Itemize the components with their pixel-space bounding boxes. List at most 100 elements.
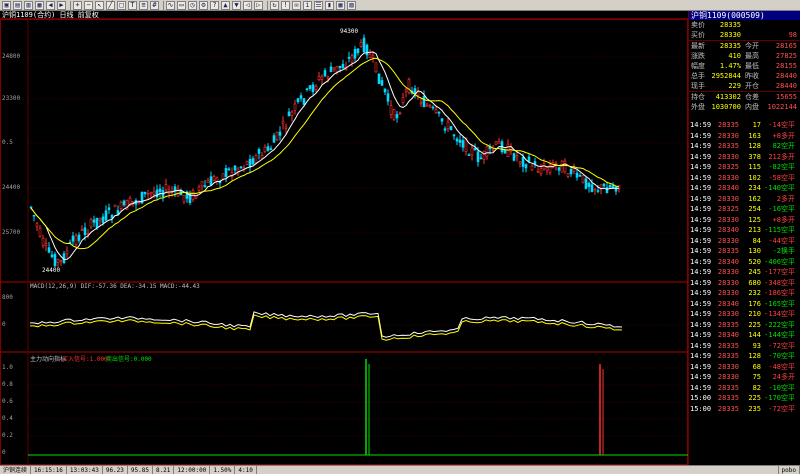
print-button[interactable]: ▦ xyxy=(35,0,44,10)
trade-row[interactable]: 14:59 28330 68 -48 空平 xyxy=(689,362,800,373)
candle-body xyxy=(503,149,507,154)
table-button[interactable]: ▦ xyxy=(336,0,345,10)
trade-row[interactable]: 14:59 28330 102 -58 空平 xyxy=(689,173,800,184)
trade-row[interactable]: 15:00 28335 235 -72 空平 xyxy=(689,404,800,415)
candle-body xyxy=(152,191,156,195)
candle-body xyxy=(203,185,207,188)
trade-row[interactable]: 14:59 28330 75 24 多开 xyxy=(689,372,800,383)
period-button[interactable]: ◷ xyxy=(188,0,197,10)
fib-button[interactable]: ≡ xyxy=(139,0,148,10)
candle-body xyxy=(584,178,588,189)
chart-button[interactable]: ▮ xyxy=(325,0,334,10)
grid-button[interactable]: # xyxy=(150,0,159,10)
text-button[interactable]: T xyxy=(128,0,137,10)
info-button[interactable]: i xyxy=(303,0,312,10)
trade-row[interactable]: 14:59 28335 128 -70 空平 xyxy=(689,351,800,362)
help-button[interactable]: ? xyxy=(210,0,219,10)
trade-open-interest-change: -2 xyxy=(772,247,781,255)
candle-body xyxy=(290,111,294,116)
window-button[interactable]: ▭ xyxy=(177,0,186,10)
trade-row[interactable]: 14:59 28335 17 -14 空平 xyxy=(689,120,800,131)
trade-time: 14:59 xyxy=(690,152,712,161)
trade-row[interactable]: 14:59 28340 520 -406 空平 xyxy=(689,257,800,268)
candle-body xyxy=(569,169,573,175)
trade-row[interactable]: 14:59 28330 210 -134 空平 xyxy=(689,309,800,320)
alert-button[interactable]: ! xyxy=(281,0,290,10)
signal-axis-label: 0.4 xyxy=(2,415,13,422)
trade-row[interactable]: 14:59 28330 125 +8 多开 xyxy=(689,215,800,226)
trade-row[interactable]: 14:59 28325 254 -16 空平 xyxy=(689,204,800,215)
trade-row[interactable]: 14:59 28330 680 -348 空平 xyxy=(689,278,800,289)
cursor-button[interactable]: ↖ xyxy=(95,0,104,10)
rect-button[interactable]: □ xyxy=(117,0,126,10)
chart-svg[interactable] xyxy=(0,19,688,465)
price-axis-label: 23300 xyxy=(2,95,21,102)
open-button[interactable]: ▤ xyxy=(13,0,22,10)
redo-button[interactable]: ▶ xyxy=(57,0,66,10)
line-button[interactable]: ╱ xyxy=(106,0,115,10)
trade-row[interactable]: 14:59 28335 225 -222 空平 xyxy=(689,320,800,331)
toolbar-separator xyxy=(70,0,71,10)
trade-row[interactable]: 14:59 28330 245 -177 空平 xyxy=(689,267,800,278)
trade-row[interactable]: 14:59 28330 232 -186 空平 xyxy=(689,288,800,299)
save-button[interactable]: ▥ xyxy=(24,0,33,10)
trade-row[interactable]: 14:59 28330 163 +8 多开 xyxy=(689,131,800,142)
trade-row[interactable]: 14:59 28335 93 -72 空平 xyxy=(689,341,800,352)
zoom-in-button[interactable]: + xyxy=(73,0,82,10)
trade-price: 28335 xyxy=(717,383,739,392)
instrument-title[interactable]: 沪铜1109(000509) xyxy=(689,11,800,20)
chart-title-bar: 沪铜1109(合约) 日线 前复权 xyxy=(0,11,800,19)
status-cell: pobo xyxy=(777,465,800,474)
status-cell: 4:10 xyxy=(235,465,257,474)
trade-row[interactable]: 14:59 28330 378 212 多开 xyxy=(689,152,800,163)
settings-button[interactable]: ⚙ xyxy=(199,0,208,10)
quote-value: 28335 xyxy=(719,42,741,50)
quote-label: 总手 xyxy=(691,72,705,80)
trade-row[interactable]: 14:59 28335 82 -10 空平 xyxy=(689,383,800,394)
candle-body xyxy=(485,146,489,157)
file-button[interactable]: ▣ xyxy=(2,0,11,10)
news-button[interactable]: ✉ xyxy=(292,0,301,10)
trade-row[interactable]: 14:59 28340 176 -165 空平 xyxy=(689,299,800,310)
trade-row[interactable]: 14:59 28330 162 2 多开 xyxy=(689,194,800,205)
candle-body xyxy=(425,104,429,107)
trade-volume: 17 xyxy=(752,121,761,129)
right-button[interactable]: ▷ xyxy=(254,0,263,10)
trade-row[interactable]: 14:59 28340 234 -140 空平 xyxy=(689,183,800,194)
trade-row[interactable]: 15:00 28335 225 -170 空平 xyxy=(689,393,800,404)
candle-body xyxy=(557,167,561,171)
trade-open-interest-change: -222 xyxy=(764,320,781,329)
trade-time: 14:59 xyxy=(690,278,712,287)
down-button[interactable]: ▼ xyxy=(232,0,241,10)
candle-body xyxy=(428,105,432,108)
trade-direction: 多开 xyxy=(781,215,795,224)
candle-body xyxy=(473,148,477,151)
quote-value: 410 xyxy=(728,52,741,60)
trade-direction: 空平 xyxy=(781,404,795,413)
undo-button[interactable]: ◀ xyxy=(46,0,55,10)
refresh-button[interactable]: ↻ xyxy=(270,0,279,10)
quote-value: 1.47% xyxy=(719,62,741,70)
zoom-out-button[interactable]: − xyxy=(84,0,93,10)
status-cell: 13:03:43 xyxy=(67,465,103,474)
trade-row[interactable]: 14:59 28325 115 -82 空平 xyxy=(689,162,800,173)
trade-row[interactable]: 14:59 28330 84 -44 空平 xyxy=(689,236,800,247)
buy-signal-label: 买入信号:1.000 xyxy=(62,356,108,363)
candle-body xyxy=(221,173,225,180)
indicator-button[interactable]: ∿ xyxy=(166,0,175,10)
list-button[interactable]: ☰ xyxy=(314,0,323,10)
trade-row[interactable]: 14:59 28340 213 -115 空平 xyxy=(689,225,800,236)
trade-row[interactable]: 14:59 28335 130 -2 换手 xyxy=(689,246,800,257)
trade-row[interactable]: 14:59 28335 128 82 空开 xyxy=(689,141,800,152)
trade-time: 14:59 xyxy=(690,194,712,203)
quote-summary: 卖价 28335 买价 28330 98 最新 28335 今开 28165 涨跌 410 最高 278… xyxy=(689,20,800,112)
trade-volume: 68 xyxy=(752,362,761,371)
trade-price: 28335 xyxy=(717,352,739,360)
layout-button[interactable]: ▨ xyxy=(347,0,356,10)
left-button[interactable]: ◁ xyxy=(243,0,252,10)
trade-list[interactable]: 14:59 28335 17 -14 空平 14:59 28330 163 +8 多开 14:59 2… xyxy=(689,120,800,414)
up-button[interactable]: ▲ xyxy=(221,0,230,10)
candle-body xyxy=(44,243,48,246)
trade-row[interactable]: 14:59 28340 144 -144 空平 xyxy=(689,330,800,341)
chart-area[interactable]: 24800 23300 0.5 24400 25700 94300 24400 … xyxy=(0,19,688,465)
